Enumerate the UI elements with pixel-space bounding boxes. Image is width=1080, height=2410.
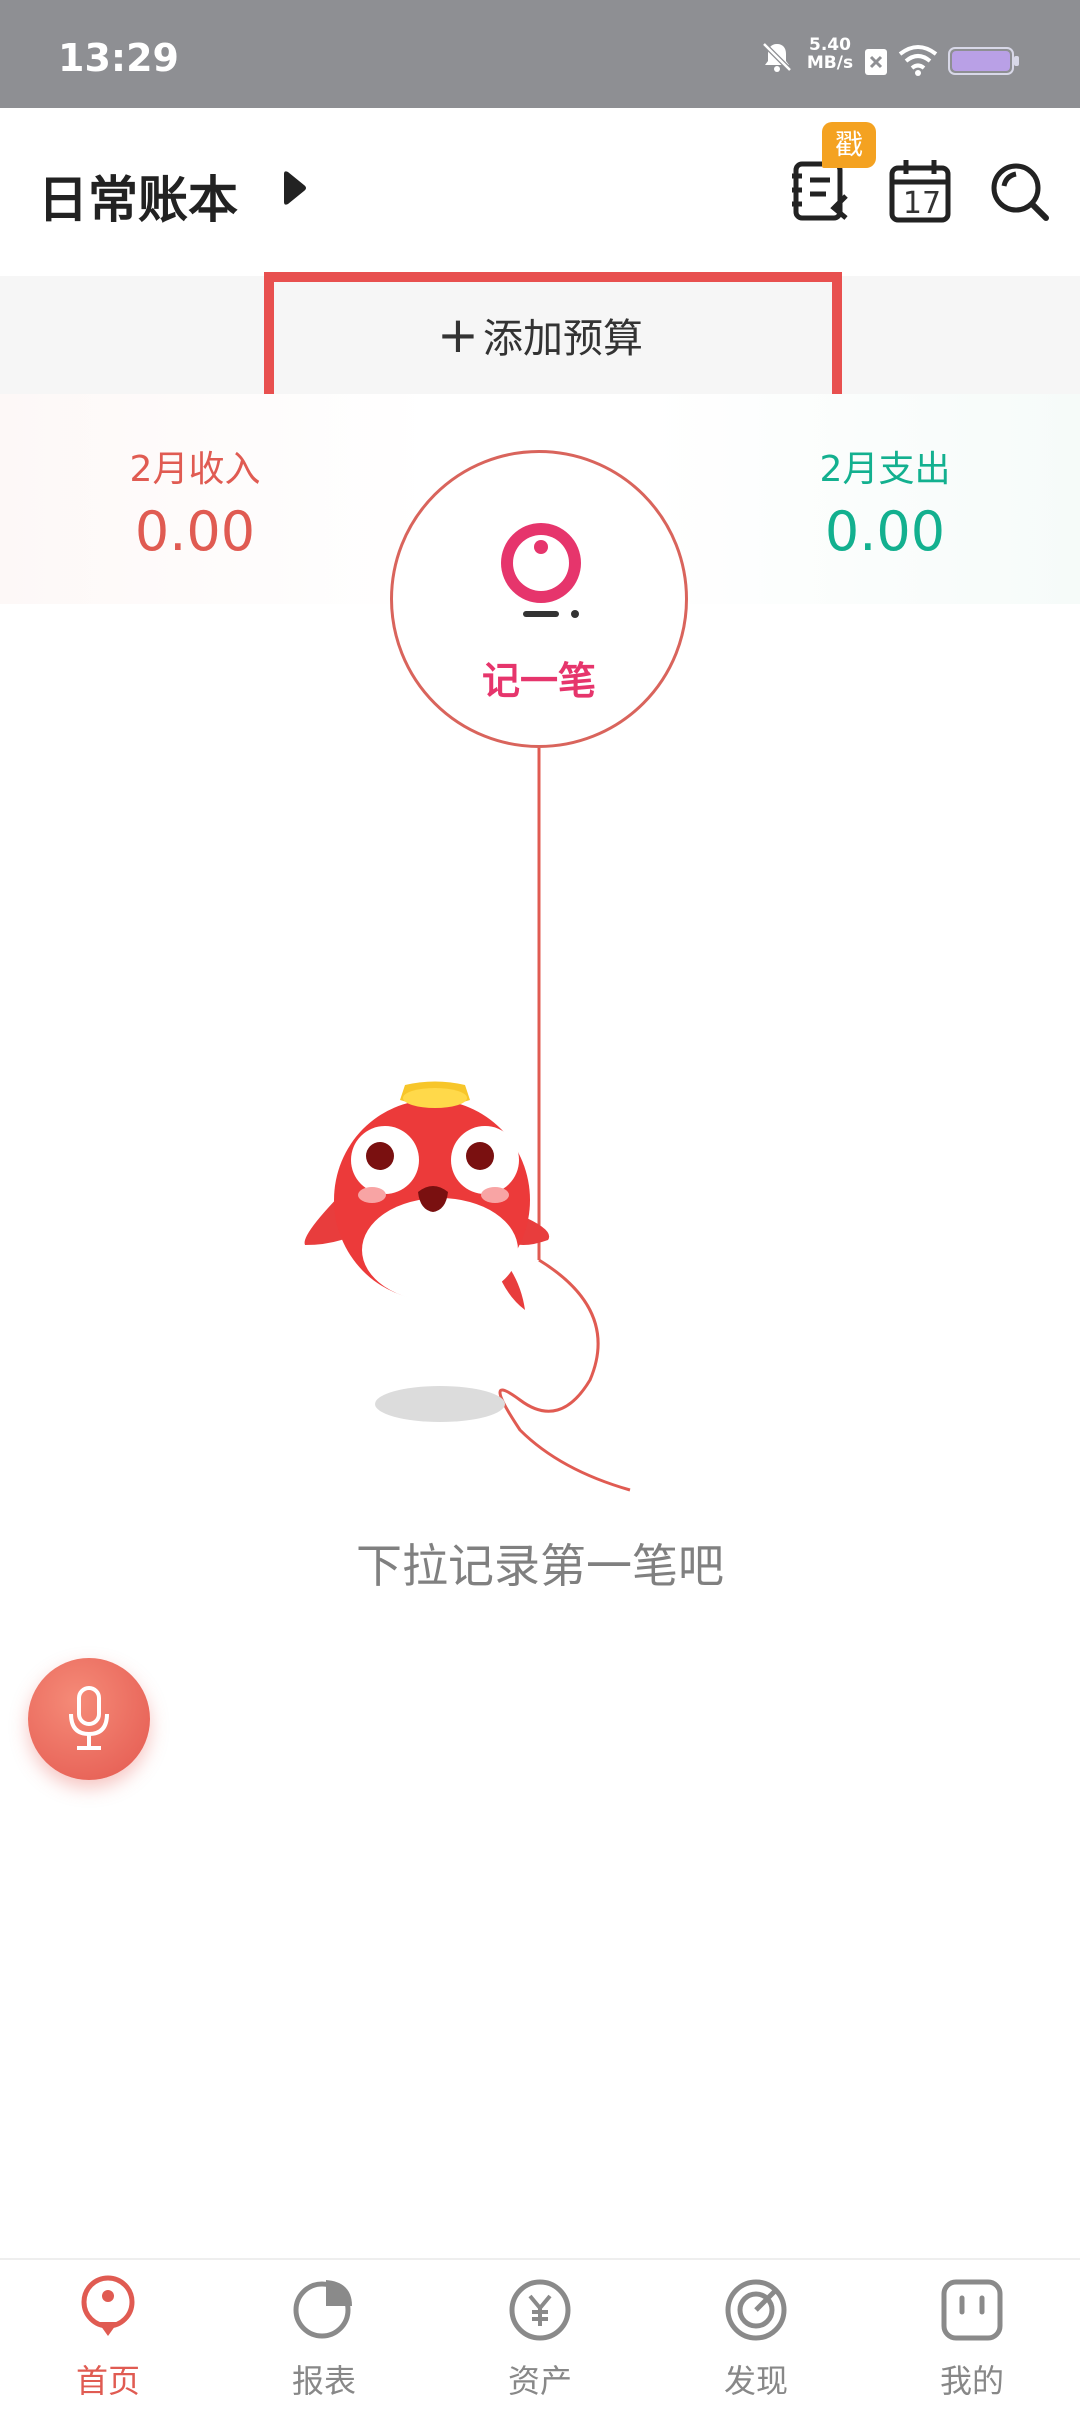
voice-record-button[interactable]: [28, 1658, 150, 1780]
bottom-navigation: 首页 报表 资产 发现 我的: [0, 2258, 1080, 2410]
yen-coin-icon: [508, 2274, 572, 2348]
profile-face-icon: [940, 2274, 1004, 2348]
balloon-string-illustration: [304, 748, 631, 1492]
mascot-shadow: [375, 1386, 505, 1422]
nav-label-mine: 我的: [939, 2362, 1004, 2400]
record-label: 记一笔: [481, 659, 596, 703]
nav-item-discover[interactable]: 发现: [648, 2260, 864, 2410]
home-pin-icon: [76, 2274, 140, 2348]
pie-chart-icon: [292, 2274, 356, 2348]
nav-item-assets[interactable]: 资产: [432, 2260, 648, 2410]
microphone-icon: [67, 1686, 111, 1756]
nav-label-assets: 资产: [507, 2362, 572, 2400]
nav-label-home: 首页: [75, 2362, 140, 2400]
target-icon: [724, 2274, 788, 2348]
nav-label-discover: 发现: [723, 2362, 788, 2400]
nav-item-mine[interactable]: 我的: [864, 2260, 1080, 2410]
nav-item-home[interactable]: 首页: [0, 2260, 216, 2410]
record-balloon-icon: [493, 519, 589, 633]
empty-hint: 下拉记录第一笔吧: [356, 1539, 724, 1593]
nav-label-report: 报表: [291, 2362, 356, 2400]
nav-item-report[interactable]: 报表: [216, 2260, 432, 2410]
mascot-illustration: [304, 1081, 550, 1310]
